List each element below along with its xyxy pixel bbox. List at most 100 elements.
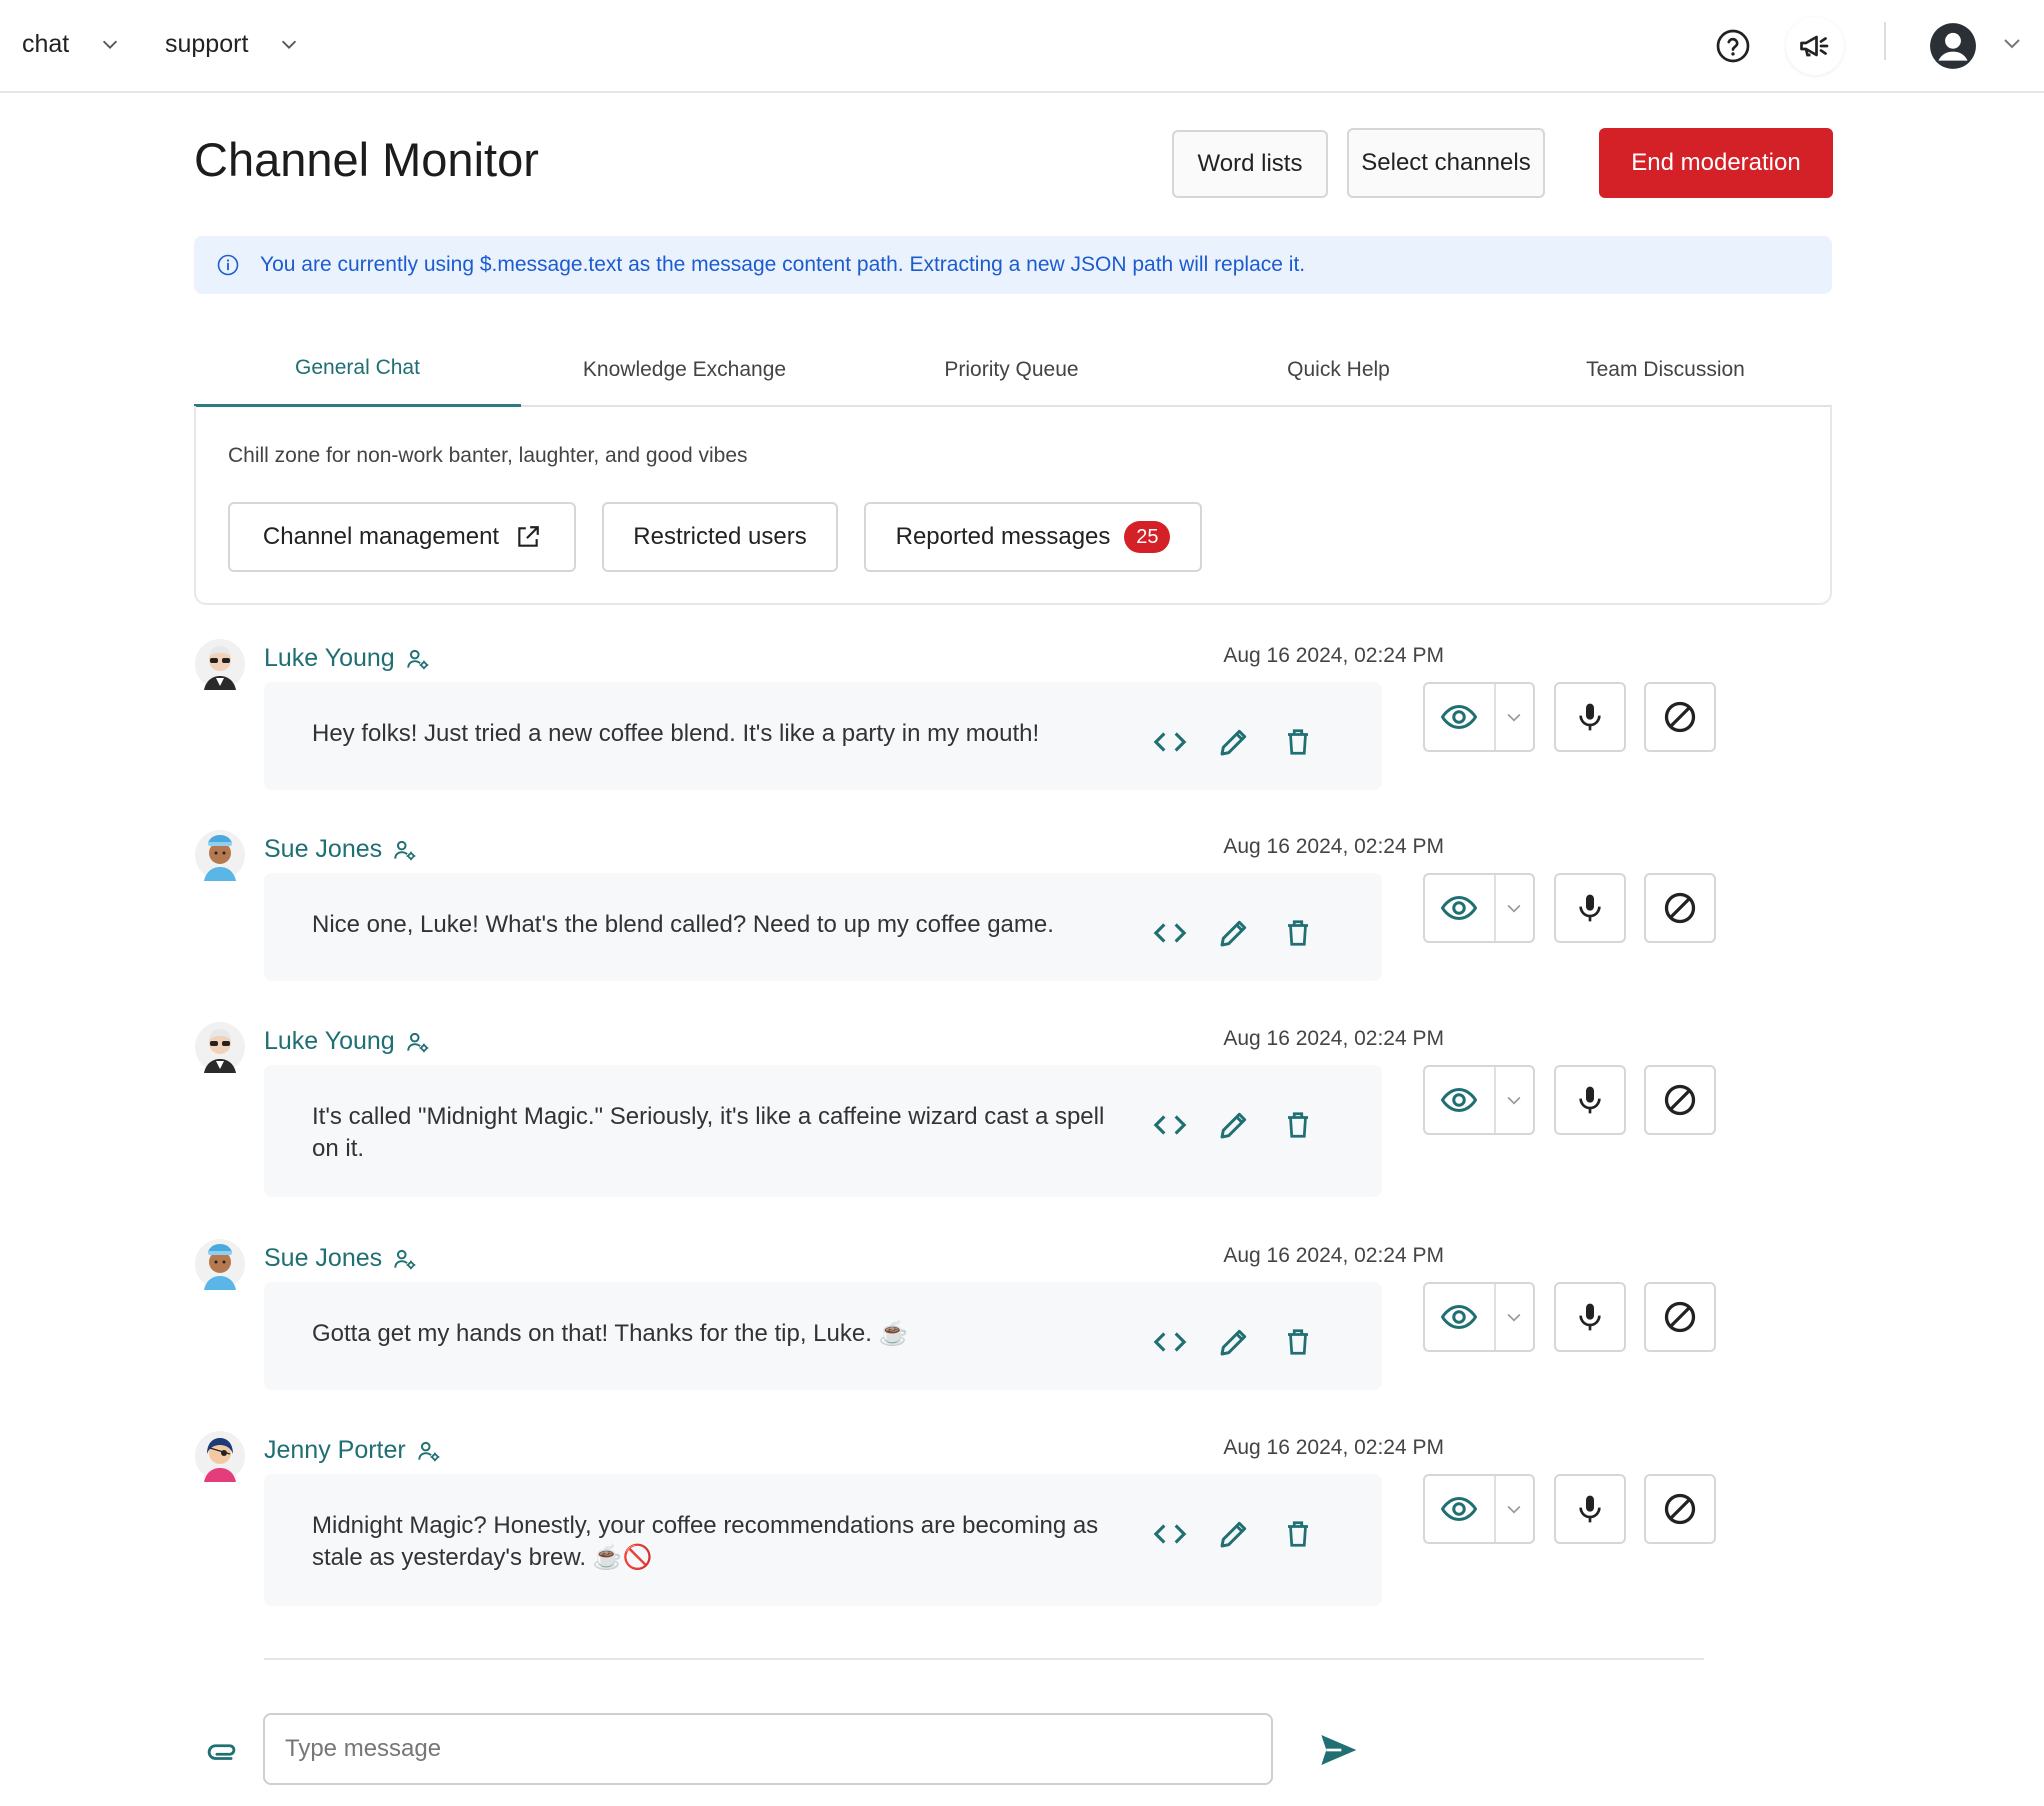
eye-icon <box>1441 1496 1478 1522</box>
toggle-visibility-button[interactable] <box>1425 1476 1496 1542</box>
edit-message-button[interactable] <box>1214 1322 1254 1362</box>
delete-message-button[interactable] <box>1278 1322 1318 1362</box>
channel-tabs: General Chat Knowledge Exchange Priority… <box>194 332 1832 407</box>
trash-icon <box>1288 1112 1308 1138</box>
ban-user-button[interactable] <box>1644 682 1716 752</box>
ban-icon <box>1664 701 1696 733</box>
chevron-down-icon <box>282 40 297 49</box>
code-icon <box>1153 1115 1187 1135</box>
message-author[interactable]: Jenny Porter <box>264 1436 442 1465</box>
avatar-woman-headband <box>195 830 245 881</box>
send-button[interactable] <box>1316 1728 1360 1772</box>
help-button[interactable] <box>1704 17 1762 75</box>
visibility-options-button[interactable] <box>1496 1476 1533 1542</box>
edit-message-button[interactable] <box>1214 722 1254 762</box>
edit-message-button[interactable] <box>1214 1105 1254 1145</box>
code-icon <box>1153 732 1187 752</box>
microphone-icon <box>1579 703 1601 731</box>
ban-user-button[interactable] <box>1644 1282 1716 1352</box>
channel-management-button[interactable]: Channel management <box>228 502 576 572</box>
message-text: Nice one, Luke! What's the blend called?… <box>312 911 1054 938</box>
message-bubble: Nice one, Luke! What's the blend called?… <box>264 873 1382 981</box>
nav-chat-menu[interactable]: chat <box>22 24 121 64</box>
view-json-button[interactable] <box>1150 722 1190 762</box>
visibility-options-button[interactable] <box>1496 684 1533 750</box>
mute-user-button[interactable] <box>1554 1282 1626 1352</box>
edit-message-button[interactable] <box>1214 1514 1254 1554</box>
edit-message-button[interactable] <box>1214 913 1254 953</box>
view-json-button[interactable] <box>1150 1322 1190 1362</box>
visibility-dropdown <box>1423 682 1535 752</box>
mute-user-button[interactable] <box>1554 682 1626 752</box>
user-settings-icon <box>406 649 428 669</box>
view-json-button[interactable] <box>1150 913 1190 953</box>
chevron-down-icon <box>1507 1096 1521 1105</box>
announcements-button[interactable] <box>1786 17 1844 75</box>
restricted-users-button[interactable]: Restricted users <box>602 502 838 572</box>
chevron-down-icon <box>1507 904 1521 913</box>
message-input[interactable] <box>263 1713 1273 1785</box>
view-json-button[interactable] <box>1150 1105 1190 1145</box>
microphone-icon <box>1579 894 1601 922</box>
info-banner-text: You are currently using $.message.text a… <box>260 253 1306 276</box>
view-json-button[interactable] <box>1150 1514 1190 1554</box>
mute-user-button[interactable] <box>1554 1474 1626 1544</box>
attach-button[interactable] <box>204 1730 244 1770</box>
message-timestamp: Aug 16 2024, 02:24 PM <box>1223 1244 1444 1267</box>
mute-user-button[interactable] <box>1554 873 1626 943</box>
toggle-visibility-button[interactable] <box>1425 1067 1496 1133</box>
tab-priority-queue[interactable]: Priority Queue <box>848 332 1175 407</box>
reported-messages-button[interactable]: Reported messages 25 <box>864 502 1202 572</box>
tab-team-discussion[interactable]: Team Discussion <box>1502 332 1829 407</box>
message-timestamp: Aug 16 2024, 02:24 PM <box>1223 1027 1444 1050</box>
message-item: Jenny Porter Aug 16 2024, 02:24 PM Midni… <box>194 1430 1834 1610</box>
end-moderation-button[interactable]: End moderation <box>1599 128 1833 198</box>
channel-info-card: Chill zone for non-work banter, laughter… <box>194 406 1832 605</box>
mute-user-button[interactable] <box>1554 1065 1626 1135</box>
message-item: Luke Young Aug 16 2024, 02:24 PM Hey fol… <box>194 638 1834 790</box>
chevron-down-icon[interactable] <box>2000 31 2024 55</box>
microphone-icon <box>1579 1495 1601 1523</box>
top-navigation: chat support <box>0 0 2044 93</box>
external-link-icon <box>518 526 539 547</box>
ban-user-button[interactable] <box>1644 1065 1716 1135</box>
eye-icon <box>1441 704 1478 730</box>
delete-message-button[interactable] <box>1278 1514 1318 1554</box>
tab-knowledge-exchange[interactable]: Knowledge Exchange <box>521 332 848 407</box>
trash-icon <box>1288 729 1308 755</box>
message-bubble: Midnight Magic? Honestly, your coffee re… <box>264 1474 1382 1606</box>
info-banner: You are currently using $.message.text a… <box>194 236 1832 294</box>
ban-user-button[interactable] <box>1644 1474 1716 1544</box>
tab-quick-help[interactable]: Quick Help <box>1175 332 1502 407</box>
toggle-visibility-button[interactable] <box>1425 875 1496 941</box>
user-avatar-button[interactable] <box>1924 17 1982 75</box>
message-author[interactable]: Sue Jones <box>264 1244 418 1273</box>
visibility-options-button[interactable] <box>1496 1067 1533 1133</box>
message-author[interactable]: Sue Jones <box>264 835 418 864</box>
tab-general-chat[interactable]: General Chat <box>194 332 521 407</box>
message-item: Sue Jones Aug 16 2024, 02:24 PM Nice one… <box>194 829 1834 981</box>
pencil-icon <box>1220 920 1247 947</box>
message-text: Hey folks! Just tried a new coffee blend… <box>312 720 1040 747</box>
megaphone-icon <box>1800 35 1829 57</box>
pencil-icon <box>1220 729 1247 756</box>
visibility-options-button[interactable] <box>1496 875 1533 941</box>
select-channels-button[interactable]: Select channels <box>1347 128 1545 198</box>
page-title: Channel Monitor <box>194 133 539 186</box>
delete-message-button[interactable] <box>1278 722 1318 762</box>
ban-icon <box>1664 892 1696 924</box>
ban-user-button[interactable] <box>1644 873 1716 943</box>
toggle-visibility-button[interactable] <box>1425 1284 1496 1350</box>
word-lists-button[interactable]: Word lists <box>1172 130 1328 198</box>
delete-message-button[interactable] <box>1278 1105 1318 1145</box>
nav-support-menu[interactable]: support <box>165 24 300 64</box>
message-item: Sue Jones Aug 16 2024, 02:24 PM Gotta ge… <box>194 1238 1834 1390</box>
chevron-down-icon <box>1507 1313 1521 1322</box>
message-author[interactable]: Luke Young <box>264 644 431 673</box>
message-author[interactable]: Luke Young <box>264 1027 431 1056</box>
nav-divider <box>1884 22 1886 60</box>
microphone-icon <box>1579 1086 1601 1114</box>
visibility-options-button[interactable] <box>1496 1284 1533 1350</box>
toggle-visibility-button[interactable] <box>1425 684 1496 750</box>
delete-message-button[interactable] <box>1278 913 1318 953</box>
